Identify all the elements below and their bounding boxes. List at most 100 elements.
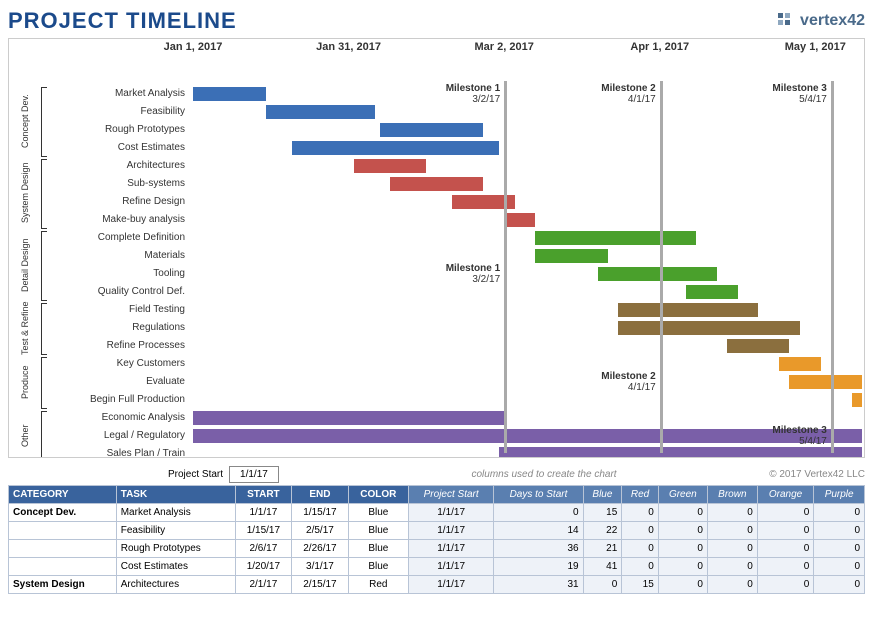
table-cell: 0 <box>707 540 757 558</box>
category-label: Test & Refine <box>11 301 39 355</box>
table-cell: 1/1/17 <box>408 558 493 576</box>
table-cell: Rough Prototypes <box>116 540 235 558</box>
category-bracket <box>41 357 47 409</box>
table-row: System DesignArchitectures2/1/172/15/17R… <box>9 576 865 594</box>
time-axis-label: Mar 2, 2017 <box>474 41 533 53</box>
table-cell: 0 <box>814 540 865 558</box>
task-label: Begin Full Production <box>49 391 189 409</box>
task-label: Architectures <box>49 157 189 175</box>
gantt-bar <box>779 357 820 371</box>
table-cell: 0 <box>658 558 707 576</box>
vertex42-logo: vertex42 <box>776 11 865 31</box>
table-cell: Architectures <box>116 576 235 594</box>
task-label: Rough Prototypes <box>49 121 189 139</box>
table-cell: 2/15/17 <box>292 576 349 594</box>
table-row: Concept Dev.Market Analysis 1/1/17 1/15/17… <box>9 504 865 522</box>
category-label: System Design <box>11 157 39 229</box>
table-header-calc: Red <box>622 486 659 504</box>
table-cell: 0 <box>814 522 865 540</box>
gantt-bar <box>193 411 504 425</box>
table-cell: 0 <box>757 576 814 594</box>
table-cell: 1/1/17 <box>408 540 493 558</box>
task-label: Legal / Regulatory <box>49 427 189 445</box>
task-label: Materials <box>49 247 189 265</box>
task-label: Sales Plan / Train <box>49 445 189 458</box>
project-start-label: Project Start <box>168 469 223 480</box>
table-header-calc: Purple <box>814 486 865 504</box>
gantt-bar <box>193 87 266 101</box>
page-title: PROJECT TIMELINE <box>8 8 237 34</box>
table-cell: 1/1/17 <box>408 576 493 594</box>
table-header: TASK <box>116 486 235 504</box>
table-cell: 22 <box>583 522 622 540</box>
table-header: START <box>235 486 292 504</box>
task-label: Refine Design <box>49 193 189 211</box>
milestone-line <box>831 81 834 453</box>
category-bracket <box>41 87 47 157</box>
table-row: Cost Estimates1/20/173/1/17Blue1/1/17194… <box>9 558 865 576</box>
table-cell: 0 <box>658 576 707 594</box>
table-cell: 15 <box>583 504 622 522</box>
logo-text: vertex42 <box>800 12 865 30</box>
time-axis-label: Jan 1, 2017 <box>164 41 223 53</box>
task-label: Evaluate <box>49 373 189 391</box>
task-label: Make-buy analysis <box>49 211 189 229</box>
table-cell: Cost Estimates <box>116 558 235 576</box>
table-cell: 21 <box>583 540 622 558</box>
table-header-calc: Days to Start <box>494 486 583 504</box>
table-cell: 0 <box>583 576 622 594</box>
gantt-bar <box>266 105 375 119</box>
table-cell: Concept Dev. <box>9 504 117 522</box>
gantt-bar <box>727 339 789 353</box>
table-header-calc: Brown <box>707 486 757 504</box>
gantt-bar <box>535 249 608 263</box>
milestone-label: Milestone 35/4/17 <box>761 425 827 447</box>
task-label: Regulations <box>49 319 189 337</box>
table-header-calc: Blue <box>583 486 622 504</box>
gantt-bar <box>292 141 499 155</box>
table-cell: 1/1/17 <box>408 504 493 522</box>
task-label: Complete Definition <box>49 229 189 247</box>
table-cell: Market Analysis <box>116 504 235 522</box>
meta-row: Project Start 1/1/17 columns used to cre… <box>8 466 865 483</box>
gantt-bar <box>535 231 696 245</box>
table-header: COLOR <box>348 486 408 504</box>
table-cell: 0 <box>814 558 865 576</box>
table-cell: 0 <box>658 522 707 540</box>
project-start: Project Start 1/1/17 <box>168 466 279 483</box>
table-cell: 0 <box>757 558 814 576</box>
milestone-label: Milestone 13/2/17 <box>434 83 500 105</box>
table-cell: 0 <box>707 504 757 522</box>
time-axis-label: Apr 1, 2017 <box>630 41 689 53</box>
table-cell: 0 <box>757 540 814 558</box>
table-cell: Feasibility <box>116 522 235 540</box>
table-cell: 0 <box>658 540 707 558</box>
time-axis: Jan 1, 2017Jan 31, 2017Mar 2, 2017Apr 1,… <box>9 39 864 59</box>
copyright: © 2017 Vertex42 LLC <box>769 469 865 480</box>
table-cell: 41 <box>583 558 622 576</box>
time-axis-label: May 1, 2017 <box>785 41 846 53</box>
table-cell: 3/1/17 <box>292 558 349 576</box>
table-body: Concept Dev.Market Analysis 1/1/17 1/15/17… <box>9 504 865 594</box>
gantt-bar <box>686 285 738 299</box>
table-head: CATEGORYTASKSTARTENDCOLORProject StartDa… <box>9 486 865 504</box>
table-cell: 0 <box>622 504 659 522</box>
category-label: Other <box>11 409 39 458</box>
table-cell: 36 <box>494 540 583 558</box>
table-cell: 0 <box>707 522 757 540</box>
gantt-bar <box>380 123 484 137</box>
milestone-label: Milestone 24/1/17 <box>590 83 656 105</box>
table-cell: 2/6/17 <box>235 540 292 558</box>
task-label: Quality Control Def. <box>49 283 189 301</box>
project-start-value: 1/1/17 <box>229 466 279 483</box>
table-cell: 1/20/17 <box>235 558 292 576</box>
table-cell: 2/5/17 <box>292 522 349 540</box>
task-label: Economic Analysis <box>49 409 189 427</box>
gantt-bar <box>852 393 862 407</box>
task-label: Sub-systems <box>49 175 189 193</box>
category-label: Produce <box>11 355 39 409</box>
table-cell: 1/15/17 <box>292 504 349 522</box>
table-header-calc: Green <box>658 486 707 504</box>
table-row: Rough Prototypes2/6/172/26/17Blue1/1/173… <box>9 540 865 558</box>
gantt-chart: Jan 1, 2017Jan 31, 2017Mar 2, 2017Apr 1,… <box>8 38 865 458</box>
